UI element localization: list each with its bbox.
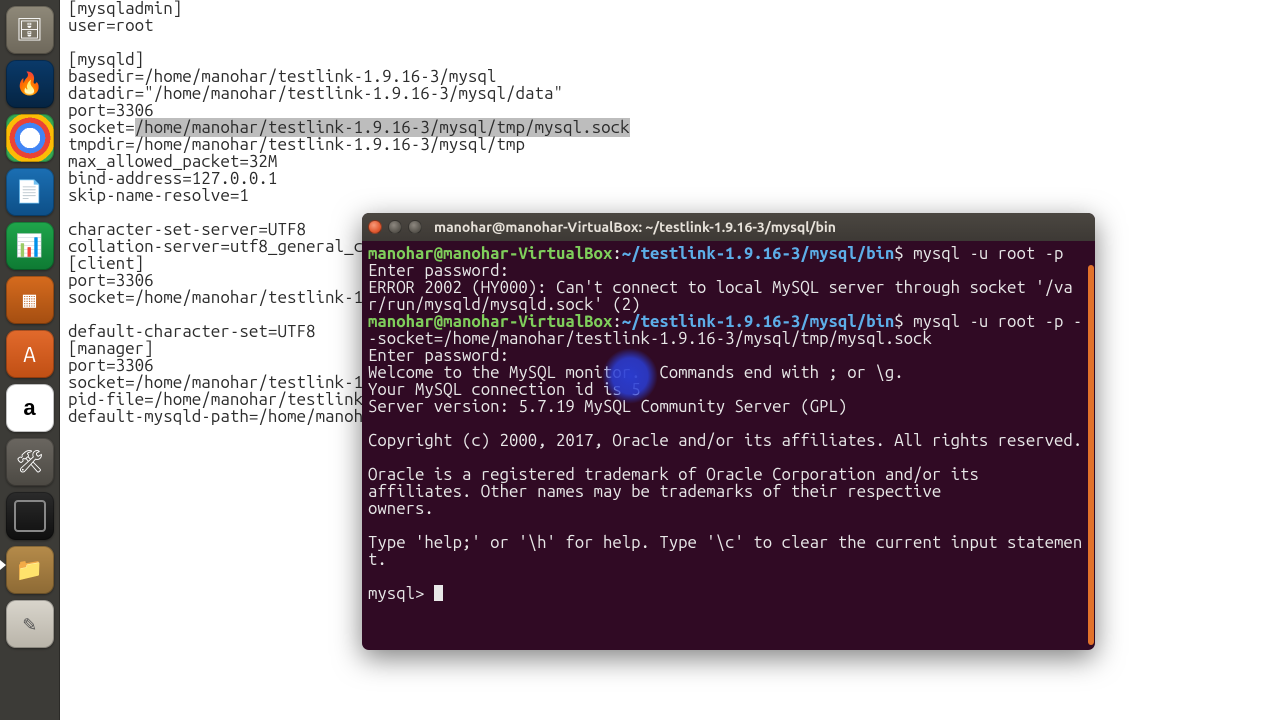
terminal-title: manohar@manohar-VirtualBox: ~/testlink-1… [434,219,836,235]
files-icon[interactable]: 🗄 [6,6,54,54]
cmd-1: mysql -u root -p [913,244,1063,263]
firefox-icon[interactable]: 🔥 [6,60,54,108]
folder-icon[interactable]: 📁 [6,546,54,594]
libreoffice-impress-icon[interactable]: ▦ [6,276,54,324]
terminal-launcher-icon[interactable] [6,492,54,540]
editor-text-pre: [mysqladmin] user=root [mysqld] basedir=… [68,0,563,137]
terminal-body[interactable]: manohar@manohar-VirtualBox:~/testlink-1.… [362,241,1095,650]
mysql-prompt: mysql> [368,584,434,603]
libreoffice-calc-icon[interactable]: 📊 [6,222,54,270]
unity-launcher: 🗄 🔥 📄 📊 ▦ A a 🛠 📁 ✎ [0,0,60,720]
active-indicator-icon [0,560,6,570]
server-version: Server version: 5.7.19 MySQL Community S… [368,397,847,416]
text-editor-icon[interactable]: ✎ [6,600,54,648]
mysql-error: ERROR 2002 (HY000): Can't connect to loc… [368,278,1073,314]
copyright-line: Copyright (c) 2000, 2017, Oracle and/or … [368,431,1082,450]
terminal-titlebar[interactable]: manohar@manohar-VirtualBox: ~/testlink-1… [362,213,1095,241]
trademark-line: Oracle is a registered trademark of Orac… [368,465,979,518]
libreoffice-writer-icon[interactable]: 📄 [6,168,54,216]
window-close-button[interactable] [368,220,382,234]
ubuntu-software-icon[interactable]: A [6,330,54,378]
terminal-scrollbar[interactable] [1088,265,1094,645]
chrome-icon[interactable] [6,114,54,162]
settings-icon[interactable]: 🛠 [6,438,54,486]
window-minimize-button[interactable] [388,220,402,234]
amazon-icon[interactable]: a [6,384,54,432]
help-line: Type 'help;' or '\h' for help. Type '\c'… [368,533,1082,569]
terminal-window[interactable]: manohar@manohar-VirtualBox: ~/testlink-1… [362,213,1095,650]
prompt-path: ~/testlink-1.9.16-3/mysql/bin [622,244,895,263]
window-maximize-button[interactable] [408,220,422,234]
terminal-cursor [434,585,443,601]
